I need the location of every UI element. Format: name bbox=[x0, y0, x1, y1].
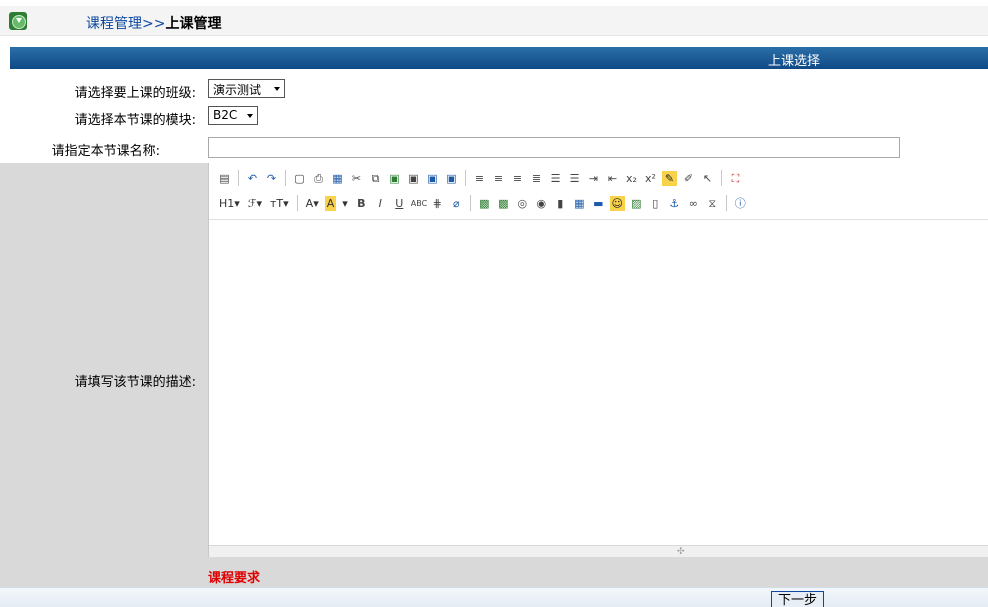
page-break-icon[interactable]: ▯ bbox=[648, 196, 663, 211]
emoticon-icon[interactable]: ☺ bbox=[609, 195, 625, 211]
home-icon[interactable] bbox=[9, 12, 27, 30]
superscript-icon[interactable]: x² bbox=[643, 171, 658, 186]
next-step-button[interactable]: 下一步 bbox=[771, 591, 825, 607]
resize-grip-icon[interactable]: ✣ bbox=[677, 547, 685, 557]
module-select[interactable]: B2C bbox=[208, 106, 258, 125]
module-select-value: B2C bbox=[213, 108, 238, 122]
indent-icon[interactable]: ⇥ bbox=[586, 171, 601, 186]
bold-icon[interactable]: B bbox=[354, 196, 369, 211]
horizontal-rule-icon[interactable]: ▬ bbox=[591, 196, 606, 211]
remove-format-icon[interactable]: ⌀ bbox=[449, 196, 464, 211]
clear-format-icon[interactable]: ✎ bbox=[662, 170, 677, 186]
toolbar-divider bbox=[725, 195, 727, 211]
paste-word-icon[interactable]: ▣ bbox=[425, 171, 440, 186]
flash-icon[interactable]: ◎ bbox=[515, 196, 530, 211]
template-icon[interactable]: ▦ bbox=[330, 171, 345, 186]
font-family-label: ℱ bbox=[247, 196, 257, 210]
course-requirement-label: 课程要求 bbox=[208, 571, 261, 586]
rich-text-editor: ▤ ↶ ↷ ▢ ⎙ ▦ ✂ ⧉ ▣ ▣ ▣ ▣ ≡ ≡ ≡ ≣ ☰ ☰ ⇥ ⇤ … bbox=[208, 163, 988, 557]
font-color-icon[interactable]: A▾ bbox=[304, 196, 321, 211]
heading-icon[interactable]: H1▾ bbox=[217, 196, 242, 211]
description-label: 请填写该节课的描述: bbox=[74, 375, 196, 390]
section-header: 上课选择 bbox=[10, 47, 988, 69]
editor-resize-bar[interactable]: ✣ bbox=[209, 545, 988, 557]
breadcrumb-parent-link[interactable]: 课程管理 bbox=[86, 16, 142, 32]
italic-icon[interactable]: I bbox=[373, 196, 388, 211]
course-name-input[interactable] bbox=[208, 137, 900, 158]
top-bar: 课程管理>>上课管理 bbox=[0, 0, 988, 44]
toolbar-divider bbox=[469, 195, 471, 211]
table-icon[interactable]: ▦ bbox=[572, 196, 587, 211]
toolbar-divider bbox=[238, 170, 239, 186]
justify-icon[interactable]: ≣ bbox=[529, 171, 544, 186]
redo-icon[interactable]: ↷ bbox=[264, 171, 279, 186]
unlink-icon[interactable]: ⧖ bbox=[705, 196, 720, 211]
toolbar-divider bbox=[285, 170, 286, 186]
quick-format-icon[interactable]: ✐ bbox=[681, 171, 696, 186]
chevron-down-icon bbox=[247, 114, 253, 118]
class-select[interactable]: 演示测试 bbox=[208, 79, 285, 98]
chevron-down-icon bbox=[274, 87, 280, 91]
subscript-icon[interactable]: x₂ bbox=[624, 171, 639, 186]
baidu-map-icon[interactable]: ▨ bbox=[629, 196, 644, 211]
bottom-bar bbox=[0, 587, 988, 607]
anchor-icon[interactable]: ⚓ bbox=[667, 196, 682, 211]
paste-text-icon[interactable]: ▣ bbox=[406, 171, 421, 186]
align-left-icon[interactable]: ≡ bbox=[472, 171, 487, 186]
line-height-icon[interactable]: ⋕ bbox=[430, 196, 445, 211]
breadcrumb: 课程管理>>上课管理 bbox=[86, 13, 221, 33]
cut-icon[interactable]: ✂ bbox=[349, 171, 364, 186]
unordered-list-icon[interactable]: ☰ bbox=[567, 171, 582, 186]
editor-content-area[interactable] bbox=[209, 219, 988, 545]
heading-label: H1 bbox=[219, 196, 235, 210]
undo-icon[interactable]: ↶ bbox=[245, 171, 260, 186]
name-label: 请指定本节课名称: bbox=[51, 144, 160, 159]
toolbar-divider bbox=[721, 170, 722, 186]
class-select-value: 演示测试 bbox=[213, 83, 262, 97]
highlight-icon[interactable]: A bbox=[324, 195, 337, 211]
about-icon[interactable]: ⓘ bbox=[733, 196, 748, 211]
print-icon[interactable]: ⎙ bbox=[311, 171, 326, 186]
font-size-icon[interactable]: тT▾ bbox=[268, 196, 291, 211]
strikethrough-icon[interactable]: ABC bbox=[411, 196, 427, 211]
toolbar-divider bbox=[465, 170, 466, 186]
outdent-icon[interactable]: ⇤ bbox=[605, 171, 620, 186]
class-label: 请选择要上课的班级: bbox=[74, 86, 196, 101]
paste-icon[interactable]: ▣ bbox=[387, 171, 402, 186]
font-family-icon[interactable]: ℱ▾ bbox=[246, 196, 264, 211]
copy-icon[interactable]: ⧉ bbox=[368, 171, 383, 186]
toolbar-row-2: H1▾ ℱ▾ тT▾ A▾ A ▾ B I U ABC ⋕ ⌀ ▩ ▩ ◎ ◉ … bbox=[217, 193, 748, 213]
module-label: 请选择本节课的模块: bbox=[74, 113, 196, 128]
preview-icon[interactable]: ▢ bbox=[292, 171, 307, 186]
section-title: 上课选择 bbox=[768, 54, 821, 69]
align-right-icon[interactable]: ≡ bbox=[510, 171, 525, 186]
cursor-icon[interactable]: ↖ bbox=[700, 171, 715, 186]
font-size-label: тT bbox=[270, 196, 284, 210]
align-center-icon[interactable]: ≡ bbox=[491, 171, 506, 186]
toolbar-divider bbox=[296, 195, 298, 211]
fullscreen-icon[interactable]: ⛶ bbox=[728, 171, 743, 186]
media-icon[interactable]: ◉ bbox=[534, 196, 549, 211]
underline-icon[interactable]: U bbox=[392, 196, 407, 211]
link-icon[interactable]: ∞ bbox=[686, 196, 701, 211]
image-icon[interactable]: ▩ bbox=[477, 196, 492, 211]
editor-toolbar: ▤ ↶ ↷ ▢ ⎙ ▦ ✂ ⧉ ▣ ▣ ▣ ▣ ≡ ≡ ≡ ≣ ☰ ☰ ⇥ ⇤ … bbox=[209, 163, 988, 219]
highlight-dropdown-icon[interactable]: ▾ bbox=[340, 196, 350, 211]
select-all-icon[interactable]: ▣ bbox=[444, 171, 459, 186]
toolbar-row-1: ▤ ↶ ↷ ▢ ⎙ ▦ ✂ ⧉ ▣ ▣ ▣ ▣ ≡ ≡ ≡ ≣ ☰ ☰ ⇥ ⇤ … bbox=[217, 168, 743, 188]
attachment-icon[interactable]: ▮ bbox=[553, 196, 568, 211]
multi-image-icon[interactable]: ▩ bbox=[496, 196, 511, 211]
source-icon[interactable]: ▤ bbox=[217, 171, 232, 186]
ordered-list-icon[interactable]: ☰ bbox=[548, 171, 563, 186]
breadcrumb-current: 上课管理 bbox=[165, 16, 222, 32]
breadcrumb-separator: >> bbox=[142, 16, 166, 32]
